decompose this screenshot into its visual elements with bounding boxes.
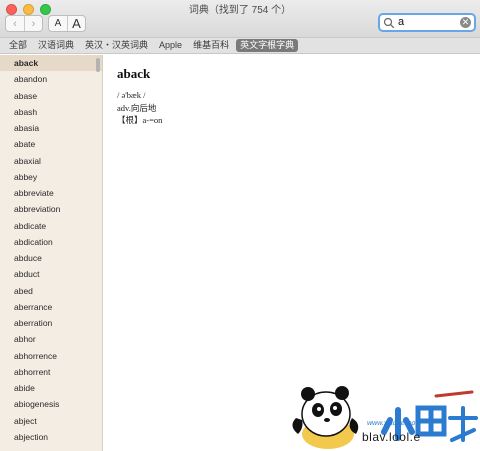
list-item[interactable]: abase [0, 88, 102, 104]
tab-english-roots[interactable]: 英文字根字典 [236, 39, 299, 52]
clear-search-icon[interactable]: ✕ [460, 17, 471, 28]
watermark-small-text: www.xiaohei.com [366, 420, 422, 427]
list-item[interactable]: abide [0, 380, 102, 396]
list-item[interactable]: abduct [0, 266, 102, 282]
entry-sense: adv.向后地 [117, 103, 157, 113]
watermark: www.xiaohei.com blav.lool.e [286, 378, 480, 451]
chevron-left-icon: ‹ [13, 17, 17, 30]
forward-button[interactable]: › [24, 16, 42, 31]
list-item[interactable]: aberrance [0, 299, 102, 315]
list-item[interactable]: aback [0, 55, 102, 72]
list-item[interactable]: abduce [0, 250, 102, 266]
list-item[interactable]: aberration [0, 315, 102, 331]
word-list-scrollbar[interactable] [96, 58, 100, 72]
list-item[interactable]: abdicate [0, 218, 102, 234]
word-list: aback abandon abase abash abasia abate a… [0, 55, 103, 451]
entry-root: 【根】a-=on [117, 115, 163, 125]
list-item[interactable]: abbreviation [0, 201, 102, 217]
font-smaller-button[interactable]: A [49, 16, 67, 31]
list-item[interactable]: abhorrent [0, 364, 102, 380]
list-item[interactable]: abjection [0, 429, 102, 445]
list-item[interactable]: abbey [0, 169, 102, 185]
list-item[interactable]: abiogenesis [0, 396, 102, 412]
entry-headword: aback [117, 66, 151, 81]
list-item[interactable]: abhor [0, 331, 102, 347]
watermark-url: blav.lool.e [362, 430, 421, 444]
navigation-buttons: ‹ › [5, 15, 43, 32]
list-item[interactable]: abash [0, 104, 102, 120]
list-item[interactable]: abasia [0, 120, 102, 136]
entry-pronunciation: / ə'bæk / [117, 90, 146, 100]
search-icon [383, 17, 395, 28]
search-field[interactable]: a ✕ [378, 13, 476, 32]
list-item[interactable]: abdication [0, 234, 102, 250]
tab-apple[interactable]: Apple [155, 39, 186, 52]
font-larger-button[interactable]: A [67, 16, 85, 31]
toolbar: 词典（找到了 754 个） ‹ › A A a ✕ [0, 0, 480, 38]
list-item[interactable]: abed [0, 283, 102, 299]
list-item[interactable]: abject [0, 413, 102, 429]
tab-chinese-dictionary[interactable]: 汉语词典 [34, 39, 78, 52]
list-item[interactable]: abandon [0, 71, 102, 87]
tab-english-chinese[interactable]: 英汉・汉英词典 [81, 39, 152, 52]
list-item[interactable]: abaxial [0, 153, 102, 169]
back-button[interactable]: ‹ [6, 16, 24, 31]
tab-all[interactable]: 全部 [5, 39, 31, 52]
font-size-buttons: A A [48, 15, 86, 32]
search-input[interactable]: a [398, 15, 460, 30]
list-item[interactable]: abbreviate [0, 185, 102, 201]
chevron-right-icon: › [31, 17, 36, 30]
list-item[interactable]: abate [0, 136, 102, 152]
dictionary-source-tabs: 全部 汉语词典 英汉・汉英词典 Apple 维基百科 英文字根字典 [0, 38, 480, 54]
list-item[interactable]: abhorrence [0, 348, 102, 364]
tab-wikipedia[interactable]: 维基百科 [189, 39, 233, 52]
